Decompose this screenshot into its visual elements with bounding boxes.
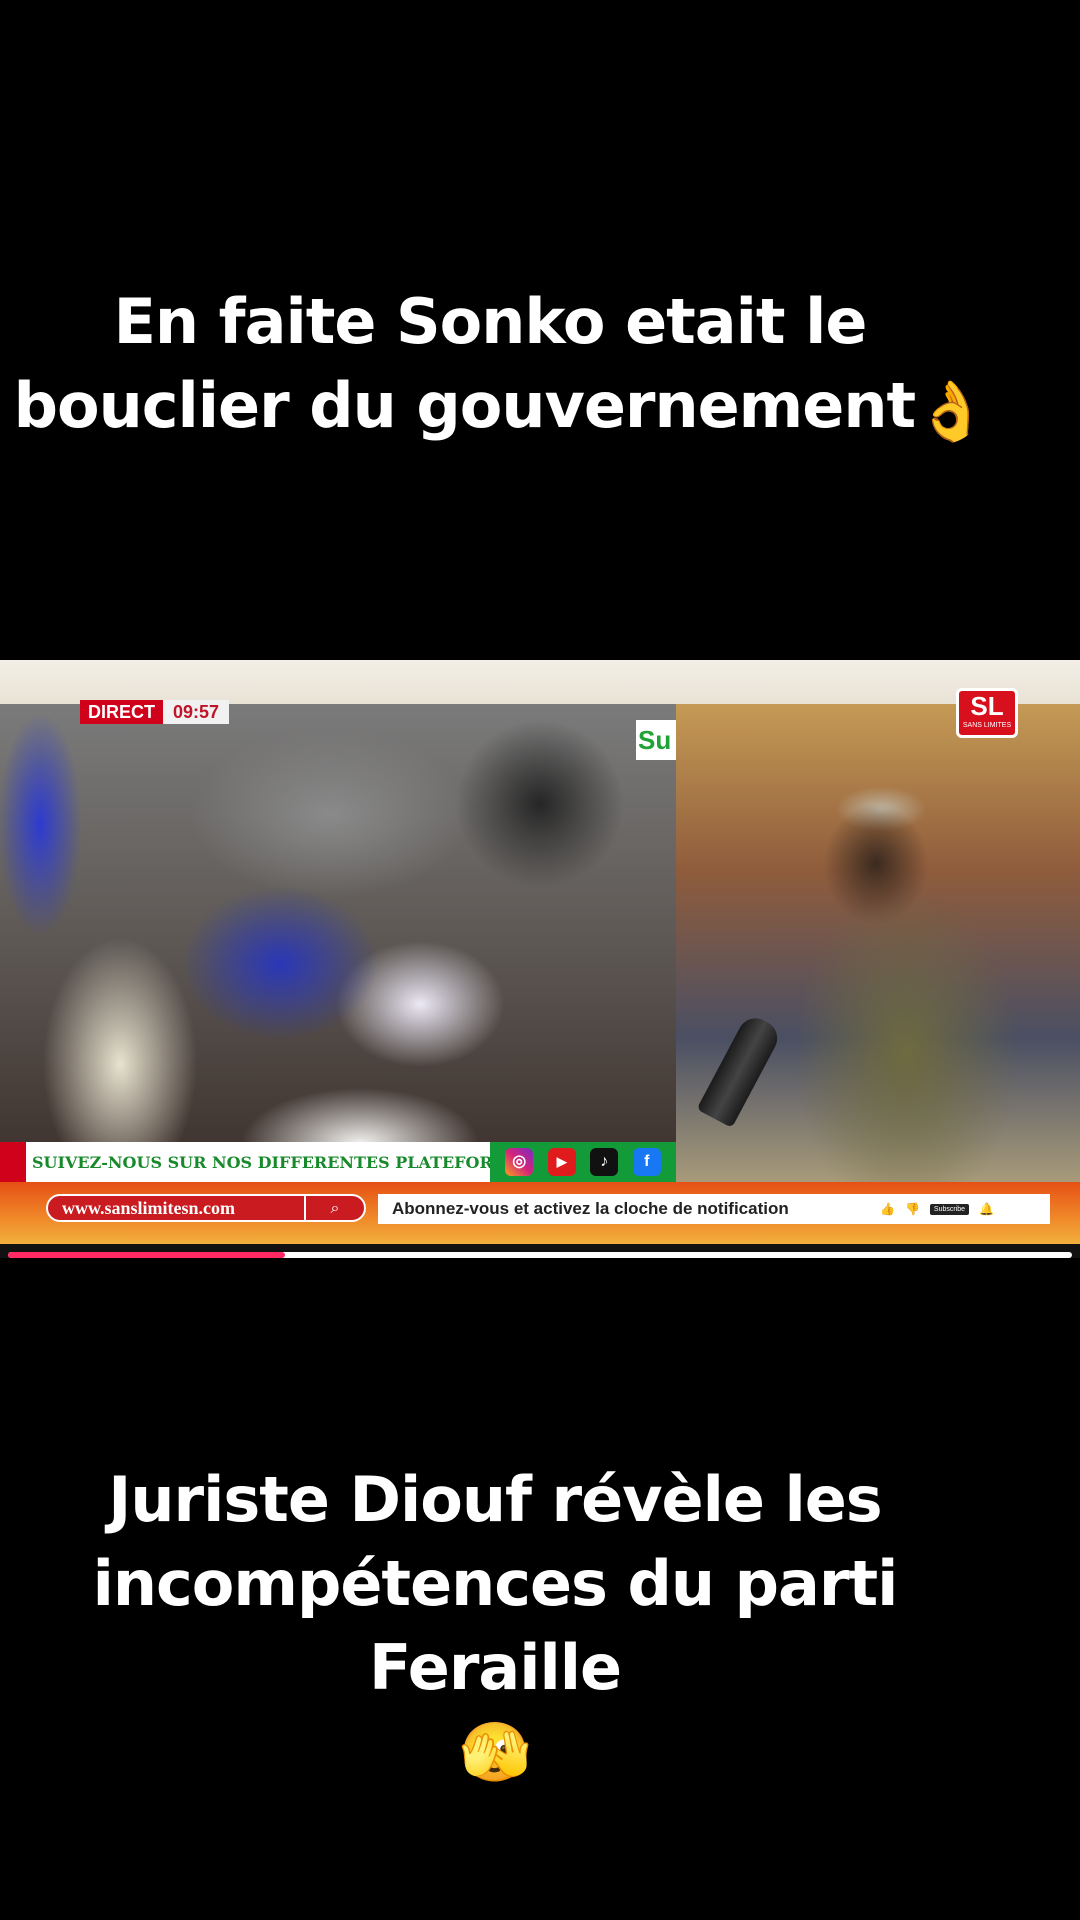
subscribe-mini-button: Subscribe bbox=[929, 1203, 970, 1215]
video-left-scene bbox=[0, 704, 676, 1182]
live-badge: DIRECT 09:57 bbox=[80, 700, 230, 724]
bottom-caption-line-3-text: Feraille bbox=[368, 1631, 622, 1704]
youtube-icon: ▶ bbox=[547, 1148, 576, 1176]
channel-logo-right-subtext: SANS LIMITES bbox=[962, 722, 1012, 729]
website-pill: www.sanslimitesn.com ⌕ bbox=[46, 1194, 366, 1222]
ok-hand-emoji-icon: 👌 bbox=[915, 377, 987, 445]
subscribe-banner-text: Abonnez-vous et activez la cloche de not… bbox=[392, 1199, 789, 1218]
search-icon: ⌕ bbox=[304, 1196, 364, 1220]
channel-logo-right: SL SANS LIMITES bbox=[956, 688, 1018, 738]
bell-icon: 🔔 bbox=[979, 1202, 994, 1216]
live-time: 09:57 bbox=[163, 700, 230, 724]
top-caption-line-2-text: bouclier du gouvernement bbox=[13, 369, 916, 442]
thumbs-up-icon: 👍 bbox=[880, 1202, 895, 1216]
website-url: www.sanslimitesn.com bbox=[62, 1197, 236, 1218]
ticker-bar: www.sanslimitesn.com ⌕ Abonnez-vous et a… bbox=[0, 1182, 1080, 1244]
subscribe-banner: Abonnez-vous et activez la cloche de not… bbox=[378, 1194, 1050, 1224]
follow-banner-accent bbox=[0, 1142, 26, 1182]
top-caption-line-1: En faite Sonko etait le bbox=[113, 285, 868, 358]
tiktok-video-page: En faite Sonko etait le bouclier du gouv… bbox=[0, 0, 1080, 1920]
bottom-caption: Juriste Diouf révèle les incompétences d… bbox=[0, 1458, 1080, 1794]
facebook-icon: f bbox=[632, 1148, 661, 1176]
top-caption-line-2: bouclier du gouvernement👌 bbox=[0, 364, 1080, 453]
channel-logo-left: Su bbox=[636, 720, 676, 760]
tiktok-icon: ♪ bbox=[590, 1148, 619, 1176]
follow-banner-text: SUIVEZ-NOUS SUR NOS DIFFERENTES PLATEFOR… bbox=[32, 1152, 535, 1172]
video-player[interactable]: DIRECT 09:57 Su SL SANS LIMITES SUIVEZ-N… bbox=[0, 660, 1080, 1258]
bottom-caption-line-2: incompétences du parti bbox=[92, 1547, 899, 1620]
bottom-caption-line-1: Juriste Diouf révèle les bbox=[108, 1463, 882, 1536]
bottom-caption-line-3: Feraille 🫣 bbox=[0, 1626, 990, 1794]
direct-label: DIRECT bbox=[80, 700, 163, 724]
channel-logo-right-text: SL bbox=[970, 691, 1004, 721]
instagram-icon: ◎ bbox=[505, 1148, 534, 1176]
social-icons: ◎ ▶ ♪ f bbox=[490, 1142, 676, 1182]
subscribe-mini-controls: 👍 👎 Subscribe 🔔 bbox=[880, 1202, 994, 1216]
top-caption: En faite Sonko etait le bouclier du gouv… bbox=[0, 280, 1080, 453]
peeking-face-emoji-icon: 🫣 bbox=[459, 1718, 531, 1786]
video-top-strip bbox=[0, 660, 1080, 704]
thumbs-down-icon: 👎 bbox=[904, 1202, 920, 1216]
video-progress-bar[interactable] bbox=[8, 1252, 1072, 1258]
video-progress-fill bbox=[8, 1252, 285, 1258]
follow-banner: SUIVEZ-NOUS SUR NOS DIFFERENTES PLATEFOR… bbox=[0, 1142, 676, 1182]
